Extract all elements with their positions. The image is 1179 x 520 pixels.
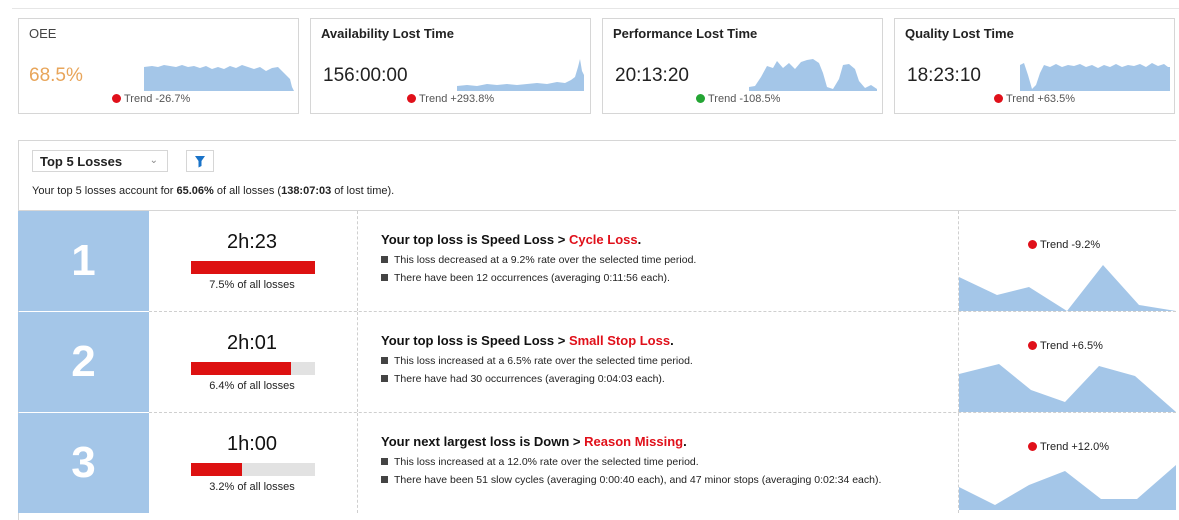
availability-trend: Trend +293.8% <box>407 93 494 105</box>
quality-title: Quality Lost Time <box>905 26 1014 41</box>
loss-share-bar <box>191 463 315 476</box>
status-dot-icon <box>112 94 121 103</box>
rank-tile: 2 <box>18 312 149 412</box>
loss-bullet: There have been 51 slow cycles (averagin… <box>381 474 881 486</box>
loss-bullet: There have been 12 occurrences (averagin… <box>381 272 670 284</box>
loss-trend: Trend +6.5% <box>1028 340 1103 352</box>
availability-card[interactable]: Availability Lost Time 156:00:00 Trend +… <box>310 18 591 114</box>
performance-sparkline <box>749 59 877 91</box>
top-divider <box>12 8 1179 9</box>
loss-trend: Trend +12.0% <box>1028 441 1109 453</box>
quality-value: 18:23:10 <box>907 65 981 86</box>
loss-duration: 1h:00 <box>226 433 278 455</box>
performance-value: 20:13:20 <box>615 65 689 86</box>
loss-row-2[interactable]: 2 2h:01 6.4% of all losses Your top loss… <box>18 312 1176 413</box>
chevron-down-icon: ⌄ <box>149 155 158 166</box>
loss-share-bar-fill <box>191 261 315 274</box>
loss-share-bar <box>191 261 315 274</box>
loss-share-label: 7.5% of all losses <box>209 279 295 291</box>
square-bullet-icon <box>381 458 388 465</box>
loss-highlight: Small Stop Loss <box>568 333 671 348</box>
loss-headline: Your top loss is Speed Loss > Small Stop… <box>381 333 674 348</box>
status-dot-icon <box>407 94 416 103</box>
rank-tile: 3 <box>18 413 149 513</box>
column-divider <box>357 312 358 412</box>
loss-row-1[interactable]: 1 2h:23 7.5% of all losses Your top loss… <box>18 211 1176 312</box>
loss-bullet: There have had 30 occurrences (averaging… <box>381 373 665 385</box>
square-bullet-icon <box>381 274 388 281</box>
losses-selector[interactable]: Top 5 Losses ⌄ <box>32 150 168 172</box>
square-bullet-icon <box>381 357 388 364</box>
column-divider <box>357 413 358 513</box>
availability-value: 156:00:00 <box>323 65 408 86</box>
performance-title: Performance Lost Time <box>613 26 758 41</box>
filter-button[interactable] <box>186 150 214 172</box>
status-dot-icon <box>1028 341 1037 350</box>
oee-card[interactable]: OEE 68.5% Trend -26.7% <box>18 18 299 114</box>
losses-selector-label: Top 5 Losses <box>40 154 123 169</box>
loss-share-bar <box>191 362 315 375</box>
loss-row-3[interactable]: 3 1h:00 3.2% of all losses Your next lar… <box>18 413 1176 514</box>
square-bullet-icon <box>381 375 388 382</box>
oee-sparkline <box>144 65 294 91</box>
loss-duration: 2h:23 <box>226 231 278 253</box>
performance-trend: Trend -108.5% <box>696 93 780 105</box>
quality-sparkline <box>1020 63 1170 91</box>
loss-bullet: This loss increased at a 12.0% rate over… <box>381 456 699 468</box>
quality-card[interactable]: Quality Lost Time 18:23:10 Trend +63.5% <box>894 18 1175 114</box>
loss-duration: 2h:01 <box>226 332 278 354</box>
quality-trend: Trend +63.5% <box>994 93 1075 105</box>
loss-highlight: Cycle Loss <box>568 232 638 247</box>
square-bullet-icon <box>381 476 388 483</box>
oee-value: 68.5% <box>29 65 83 86</box>
loss-trend-sparkline <box>959 465 1176 510</box>
loss-share-bar-fill <box>191 362 292 375</box>
filter-icon <box>195 156 205 168</box>
loss-trend: Trend -9.2% <box>1028 239 1100 251</box>
oee-trend: Trend -26.7% <box>112 93 190 105</box>
oee-title: OEE <box>29 26 57 41</box>
status-dot-icon <box>696 94 705 103</box>
performance-card[interactable]: Performance Lost Time 20:13:20 Trend -10… <box>602 18 883 114</box>
rank-tile: 1 <box>18 211 149 311</box>
loss-share-bar-fill <box>191 463 242 476</box>
loss-bullet: This loss increased at a 6.5% rate over … <box>381 355 693 367</box>
loss-highlight: Reason Missing <box>584 434 684 449</box>
square-bullet-icon <box>381 256 388 263</box>
loss-headline: Your next largest loss is Down > Reason … <box>381 434 687 449</box>
loss-headline: Your top loss is Speed Loss > Cycle Loss… <box>381 232 642 247</box>
loss-bullet: This loss decreased at a 9.2% rate over … <box>381 254 696 266</box>
availability-sparkline <box>457 59 584 91</box>
status-dot-icon <box>1028 240 1037 249</box>
column-divider <box>357 211 358 311</box>
loss-share-label: 6.4% of all losses <box>209 380 295 392</box>
losses-summary: Your top 5 losses account for 65.06% of … <box>32 185 395 197</box>
status-dot-icon <box>1028 442 1037 451</box>
loss-trend-sparkline <box>959 364 1176 412</box>
loss-trend-sparkline <box>959 265 1176 311</box>
loss-share-label: 3.2% of all losses <box>209 481 295 493</box>
availability-title: Availability Lost Time <box>321 26 454 41</box>
status-dot-icon <box>994 94 1003 103</box>
